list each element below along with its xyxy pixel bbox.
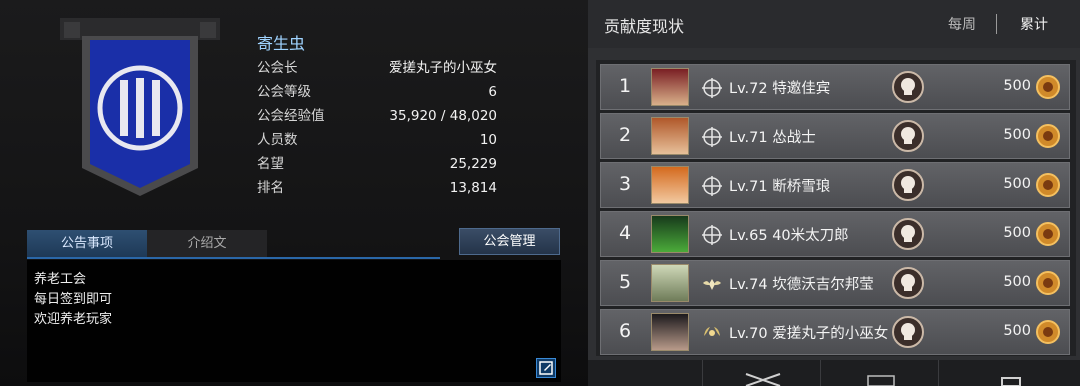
contribution-row[interactable]: 6 Lv.70 爱搓丸子的小巫女 500 [600,309,1070,355]
contribution-points: 500 [1003,176,1031,192]
member-name: Lv.74 坎德沃吉尔邦莹 [729,277,874,293]
skull-rank-icon [892,316,924,348]
crossed-swords-icon [745,373,781,386]
class-crosshair-icon [702,225,722,245]
contribution-row[interactable]: 1 Lv.72 特邀佳宾 500 [600,64,1070,110]
guild-coin-icon [1036,271,1060,295]
pencil-icon [539,361,553,375]
member-name: Lv.70 爱搓丸子的小巫女 [729,326,889,342]
guild-info-table: 公会长 爱搓丸子的小巫女 公会等级 6 公会经验值 35,920 / 48,02… [257,56,497,200]
contribution-points: 500 [1003,225,1031,241]
period-weekly-toggle[interactable]: 每周 [948,14,976,34]
guild-coin-icon [1036,320,1060,344]
contribution-points: 500 [1003,78,1031,94]
tab-intro[interactable]: 介绍文 [147,230,267,257]
info-row-exp: 公会经验值 35,920 / 48,020 [257,104,497,128]
member-avatar [651,117,689,155]
guild-coin-icon [1036,124,1060,148]
tab-notice[interactable]: 公告事项 [27,230,147,257]
notice-tabs: 公告事项 介绍文 [27,230,267,257]
info-label: 公会等级 [257,84,311,100]
class-crosshair-icon [702,127,722,147]
info-value: 35,920 / 48,020 [389,108,497,124]
guild-info-panel: 寄生虫 公会长 爱搓丸子的小巫女 公会等级 6 公会经验值 35,920 / 4… [0,0,588,386]
member-name: Lv.71 怂战士 [729,130,816,146]
contribution-title: 贡献度现状 [604,17,685,36]
guild-banner-emblem [60,18,220,208]
contribution-row[interactable]: 5 Lv.74 坎德沃吉尔邦莹 500 [600,260,1070,306]
bottom-toolbar [588,360,1080,386]
info-row-ranking: 排名 13,814 [257,176,497,200]
info-value: 10 [479,132,497,148]
info-row-fame: 名望 25,229 [257,152,497,176]
skull-rank-icon [892,218,924,250]
notice-line: 每日签到即可 [34,292,113,307]
class-laurel-icon [704,327,720,336]
class-crosshair-icon [702,176,722,196]
guild-manage-button[interactable]: 公会管理 [459,228,560,255]
contribution-points: 500 [1003,323,1031,339]
member-avatar [651,166,689,204]
notice-line: 养老工会 [34,272,87,287]
info-value: 25,229 [449,156,497,172]
rank-number: 3 [618,173,632,195]
toolbar-slot[interactable] [824,360,939,386]
info-value: 6 [488,84,497,100]
info-value: 13,814 [449,180,497,196]
info-label: 名望 [257,156,284,172]
skull-rank-icon [892,71,924,103]
info-label: 公会经验值 [257,108,325,124]
contribution-row[interactable]: 4 Lv.65 40米太刀郎 500 [600,211,1070,257]
rank-number: 1 [618,75,632,97]
member-name: Lv.72 特邀佳宾 [729,81,831,97]
info-label: 公会长 [257,60,298,76]
rank-number: 2 [618,124,632,146]
member-name: Lv.65 40米太刀郎 [729,228,849,244]
guild-coin-icon [1036,173,1060,197]
guild-name: 寄生虫 [257,34,306,53]
class-wings-icon [703,279,721,290]
tab-underline [27,257,440,259]
info-row-leader: 公会长 爱搓丸子的小巫女 [257,56,497,80]
toolbar-slot[interactable] [942,360,1080,386]
toolbar-slot[interactable] [588,360,703,386]
period-divider [996,14,997,34]
contribution-points: 500 [1003,274,1031,290]
toolbar-slot[interactable] [706,360,821,386]
edit-notice-button[interactable] [536,358,556,378]
class-crosshair-icon [702,78,722,98]
info-row-members: 人员数 10 [257,128,497,152]
rank-number: 6 [618,320,632,342]
rank-number: 5 [618,271,632,293]
rank-number: 4 [618,222,632,244]
guild-coin-icon [1036,222,1060,246]
contribution-list: 1 Lv.72 特邀佳宾 500 2 Lv.71 怂战士 500 3 Lv.71… [596,60,1076,356]
info-row-level: 公会等级 6 [257,80,497,104]
info-label: 排名 [257,180,284,196]
contribution-row[interactable]: 3 Lv.71 断桥雪琅 500 [600,162,1070,208]
info-label: 人员数 [257,132,298,148]
member-avatar [651,313,689,351]
period-total-toggle[interactable]: 累计 [1020,14,1048,34]
info-value: 爱搓丸子的小巫女 [389,60,497,76]
skull-rank-icon [892,120,924,152]
member-avatar [651,215,689,253]
member-avatar [651,264,689,302]
exit-icon [1001,377,1021,386]
contribution-panel: 贡献度现状 每周 累计 1 Lv.72 特邀佳宾 500 2 Lv.71 怂战士… [588,0,1080,386]
member-name: Lv.71 断桥雪琅 [729,179,831,195]
notice-line: 欢迎养老玩家 [34,312,113,327]
skull-rank-icon [892,169,924,201]
contribution-header: 贡献度现状 每周 累计 [588,0,1080,48]
member-avatar [651,68,689,106]
skull-rank-icon [892,267,924,299]
guild-coin-icon [1036,75,1060,99]
contribution-points: 500 [1003,127,1031,143]
frame-icon [867,375,895,386]
contribution-row[interactable]: 2 Lv.71 怂战士 500 [600,113,1070,159]
